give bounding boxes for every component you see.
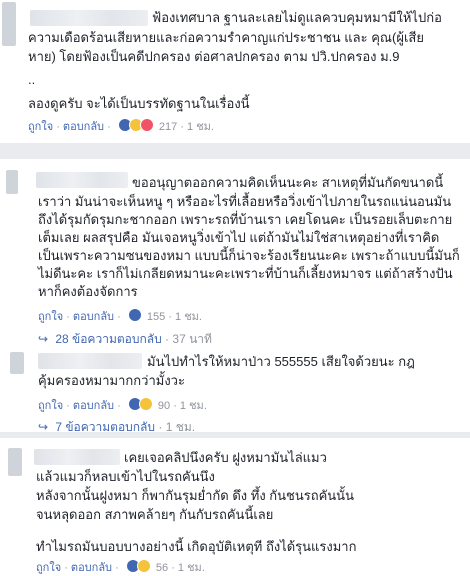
view-replies-link[interactable]: ↪ 28 ข้อความตอบกลับ · 37 นาที xyxy=(38,330,212,349)
comment-text-line: เราว่า มันน่าจะเห็นหนู ๆ หรืออะไรที่เลื้… xyxy=(38,194,452,209)
reply-arrow-icon: ↪ xyxy=(38,332,49,346)
comment-text-line: เคยเจอคลิปนึงครับ ฝูงหมามันไล่แมว xyxy=(124,450,327,465)
like-link[interactable]: ถูกใจ xyxy=(36,562,61,574)
comment-3: มันไปทำไรให้หมาป่าว 555555 เสียใจด้วยนะ … xyxy=(0,348,470,438)
reaction-count[interactable]: 155 xyxy=(147,311,165,323)
comment-text-line: หาก็คงต้องจัดการ xyxy=(38,284,138,299)
comment-text-line: เต็มเลย ผลสรุปคือ มันเจอหนูวิ่งเข้าไป แต… xyxy=(38,230,440,245)
separator xyxy=(0,432,470,438)
comment-actions: ถูกใจ · ตอบกลับ · 155 · 1 ชม. xyxy=(38,307,202,325)
commenter-name[interactable] xyxy=(38,353,142,369)
like-link[interactable]: ถูกใจ xyxy=(38,311,63,323)
comment-text-line: ถึงได้รุมกัดรุมกะชากออก เพราะรถที่บ้านเร… xyxy=(38,212,453,227)
avatar[interactable] xyxy=(6,170,18,194)
replies-count[interactable]: 28 ข้อความตอบกลับ xyxy=(55,332,161,346)
reactions-icon[interactable] xyxy=(127,397,153,414)
comment-text-line: หลังจากนั้นฝูงหมา ก็พากันรุมย่ำกัด ดึง ท… xyxy=(36,488,354,503)
comment-text-line: คุ้มครองหมามากกว่ามั้งวะ xyxy=(38,373,185,388)
haha-reaction-icon xyxy=(136,559,151,573)
reaction-count[interactable]: 90 xyxy=(158,400,170,412)
commenter-name[interactable] xyxy=(36,172,128,188)
avatar[interactable] xyxy=(10,352,24,374)
reply-link[interactable]: ตอบกลับ xyxy=(73,311,114,323)
comment-actions: ถูกใจ · ตอบกลับ · 217 · 1 ชม. xyxy=(28,117,214,135)
comment-text-line: จนหลุดออก สภาพคล้ายๆ กันกับรถคันนี้เลย xyxy=(36,507,274,522)
separator xyxy=(0,143,470,159)
comment-2: ขออนุญาตออกความคิดเห็นนะคะ สาเหตุที่มันก… xyxy=(0,160,470,360)
reply-link[interactable]: ตอบกลับ xyxy=(73,400,114,412)
love-reaction-icon xyxy=(139,118,154,132)
reply-link[interactable]: ตอบกลับ xyxy=(71,562,112,574)
comment-actions: ถูกใจ · ตอบกลับ · 56 · 1 ชม. xyxy=(36,558,205,576)
like-reaction-icon xyxy=(127,308,142,322)
comment-time[interactable]: 1 ชม. xyxy=(178,562,205,574)
like-link[interactable]: ถูกใจ xyxy=(28,121,53,133)
avatar[interactable] xyxy=(2,2,16,46)
comment-text-line: ขออนุญาตออกความคิดเห็นนะคะ สาเหตุที่มันก… xyxy=(132,175,444,190)
replies-time: 37 นาที xyxy=(172,332,212,346)
comment-text-line: ความเดือดร้อนเสียหายและก่อความรำคาญแก่ปร… xyxy=(28,30,424,45)
comment-time[interactable]: 1 ชม. xyxy=(180,400,207,412)
reactions-icon[interactable] xyxy=(117,118,154,135)
comment-4: เคยเจอคลิปนึงครับ ฝูงหมามันไล่แมว แล้วแม… xyxy=(0,440,470,574)
comment-text-line: ลองดูครับ จะได้เป็นบรรทัดฐานในเรื่องนี้ xyxy=(28,96,250,111)
comment-text-line: หาย) โดยฟ้องเป็นคดีปกครอง ต่อศาลปกครอง ต… xyxy=(28,49,400,64)
comment-text-line: เป็นเพราะความซนของหมา แบบนี้ก็น่าจะร้องเ… xyxy=(38,248,460,263)
commenter-name[interactable] xyxy=(30,10,148,26)
reply-link[interactable]: ตอบกลับ xyxy=(63,121,104,133)
comment-1: ฟ้องเทศบาล ฐานละเลยไม่ดูแลควบคุมหมามีให้… xyxy=(0,0,470,140)
like-link[interactable]: ถูกใจ xyxy=(38,400,63,412)
commenter-name[interactable] xyxy=(34,449,120,465)
haha-reaction-icon xyxy=(138,397,153,411)
avatar[interactable] xyxy=(8,448,22,476)
comment-actions: ถูกใจ · ตอบกลับ · 90 · 1 ชม. xyxy=(38,396,207,414)
comment-text-line: ฟ้องเทศบาล ฐานละเลยไม่ดูแลควบคุมหมามีให้… xyxy=(152,10,442,25)
reaction-count[interactable]: 56 xyxy=(156,562,168,574)
comment-text-line: ทำไมรถมันบอบบางอย่างนี้ เกิดอุบัติเหตุที… xyxy=(36,539,357,554)
reaction-count[interactable]: 217 xyxy=(159,121,177,133)
comment-text-line: แล้วแมวก็หลบเข้าไปในรถคันนึง xyxy=(36,469,215,484)
comment-text-line: มันไปทำไรให้หมาป่าว 555555 เสียใจด้วยนะ … xyxy=(147,354,415,369)
comment-time[interactable]: 1 ชม. xyxy=(187,121,214,133)
comment-text-line: ไม่ดีนะคะ เราก็ไม่เกลียดหมานะคะเพราะที่บ… xyxy=(38,266,453,281)
reactions-icon[interactable] xyxy=(127,308,142,325)
comment-time[interactable]: 1 ชม. xyxy=(175,311,202,323)
reactions-icon[interactable] xyxy=(125,559,151,576)
comment-text-line: .. xyxy=(28,72,36,87)
